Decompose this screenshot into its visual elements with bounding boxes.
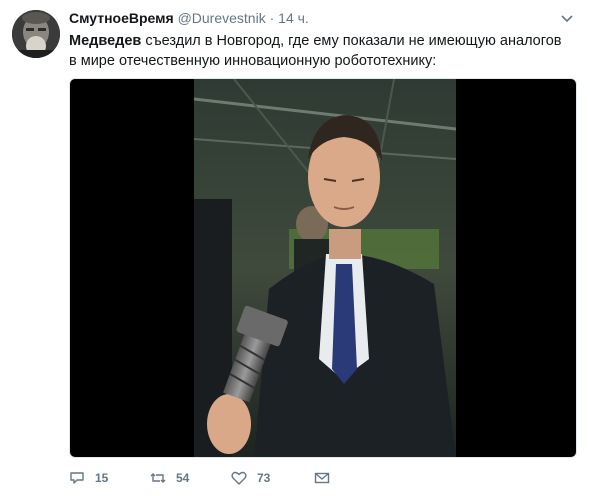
retweet-button[interactable]: 54 <box>150 466 189 490</box>
tweet-time[interactable]: 14 ч. <box>278 10 309 26</box>
avatar-image <box>12 10 60 58</box>
caret-down-icon[interactable] <box>560 12 574 26</box>
tweet-text: Медведев съездил в Новгород, где ему пок… <box>69 31 569 71</box>
author-name[interactable]: СмутноеВремя <box>69 10 174 26</box>
media-photo <box>194 79 456 457</box>
tweet-text-bold: Медведев <box>69 33 142 49</box>
tweet-text-rest: съездил в Новгород, где ему показали не … <box>69 33 562 69</box>
tweet: СмутноеВремя @Durevestnik · 14 ч. Медвед… <box>0 0 590 496</box>
retweet-icon <box>150 473 166 483</box>
like-count: 73 <box>257 471 271 485</box>
tweet-header: СмутноеВремя @Durevestnik · 14 ч. <box>69 9 559 27</box>
reply-count: 15 <box>95 471 109 485</box>
tweet-media[interactable] <box>69 78 577 458</box>
like-button[interactable]: 73 <box>231 466 270 490</box>
separator: · <box>269 10 275 26</box>
dm-button[interactable] <box>314 466 340 490</box>
author-handle[interactable]: @Durevestnik <box>178 10 266 26</box>
dm-icon <box>314 472 330 484</box>
reply-icon <box>70 472 84 484</box>
avatar[interactable] <box>12 10 60 58</box>
like-icon <box>231 471 247 485</box>
tweet-actions: 15 54 73 <box>69 466 569 490</box>
retweet-count: 54 <box>176 471 190 485</box>
reply-button[interactable]: 15 <box>69 466 108 490</box>
